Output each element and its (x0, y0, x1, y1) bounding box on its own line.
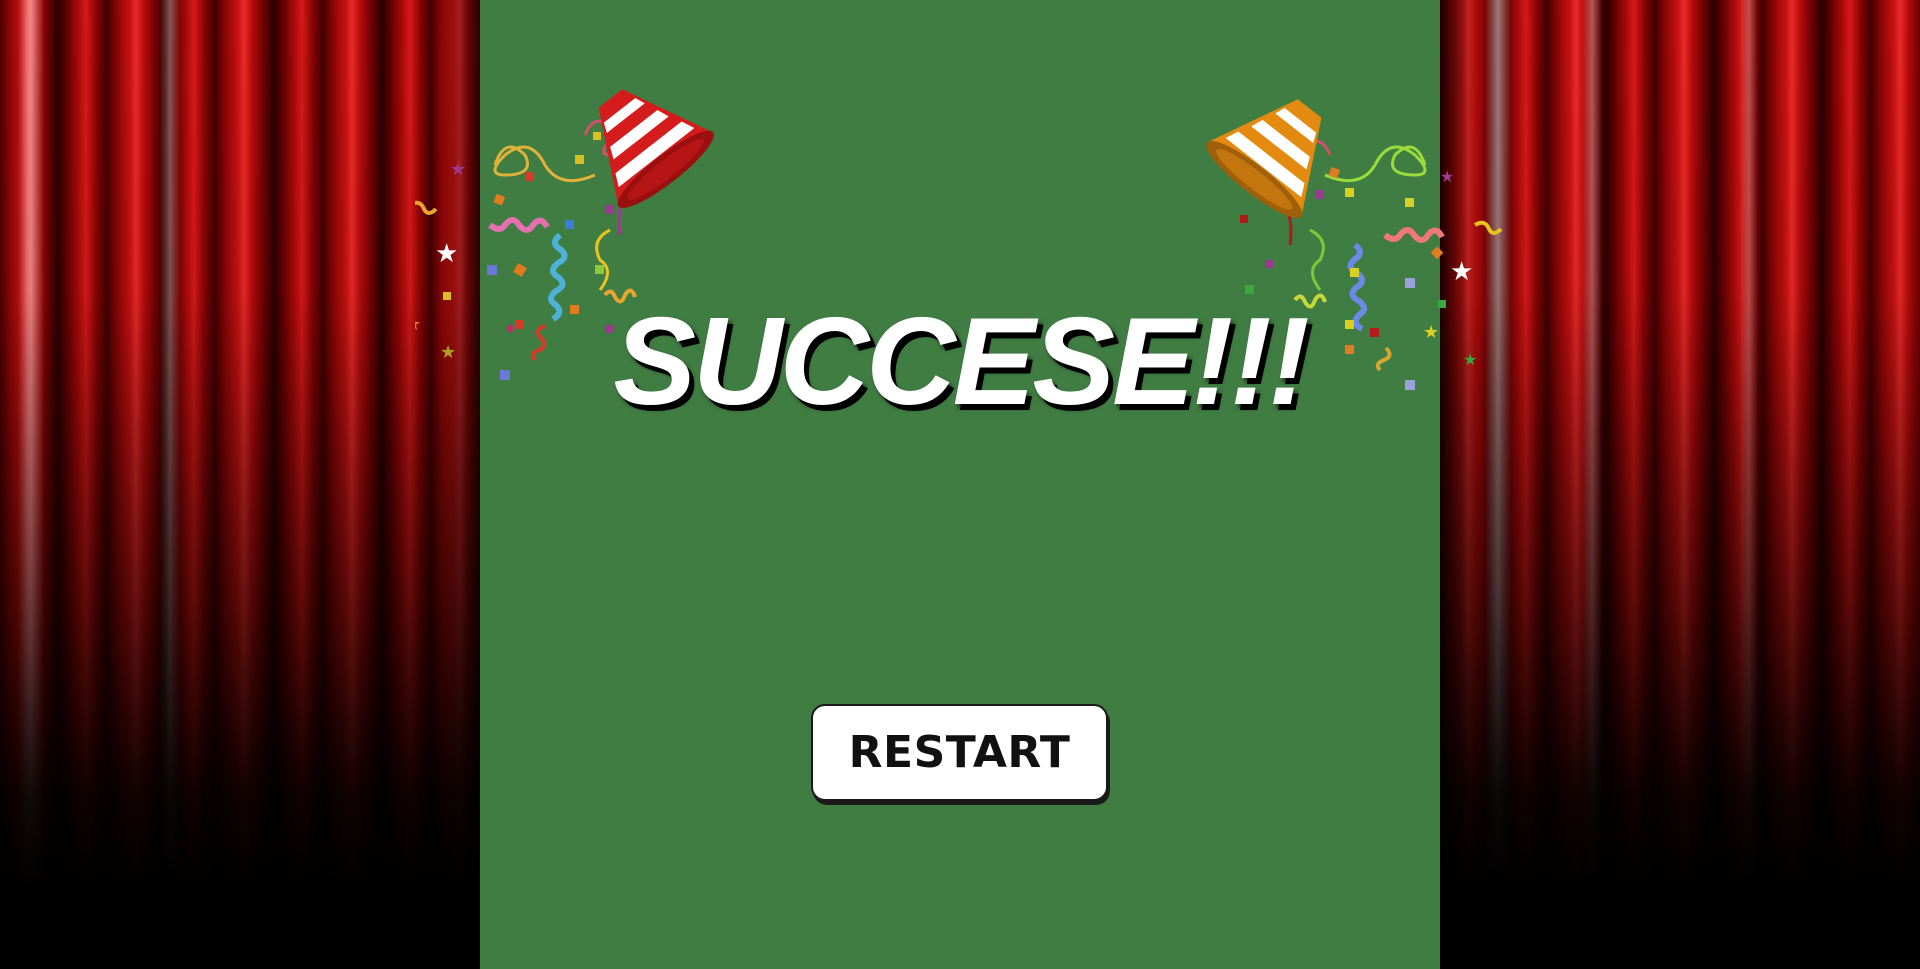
popper-cone-left (598, 89, 714, 208)
restart-button[interactable]: RESTART (811, 704, 1108, 801)
right-curtain (1440, 0, 1920, 969)
svg-text:★: ★ (435, 239, 458, 269)
left-curtain (0, 0, 480, 969)
success-title: SUCCESE!!! (613, 293, 1309, 431)
svg-text:★: ★ (450, 159, 466, 180)
svg-text:★: ★ (1463, 350, 1477, 369)
svg-text:★: ★ (440, 342, 456, 363)
svg-text:★: ★ (415, 314, 421, 335)
svg-text:★: ★ (1450, 257, 1473, 287)
game-stage: ★ ★ ★ ★ ★ ★ ★ SUCCESE!!! RESTART (0, 0, 1920, 969)
svg-text:★: ★ (1440, 167, 1454, 186)
popper-cone-right (1206, 99, 1322, 218)
